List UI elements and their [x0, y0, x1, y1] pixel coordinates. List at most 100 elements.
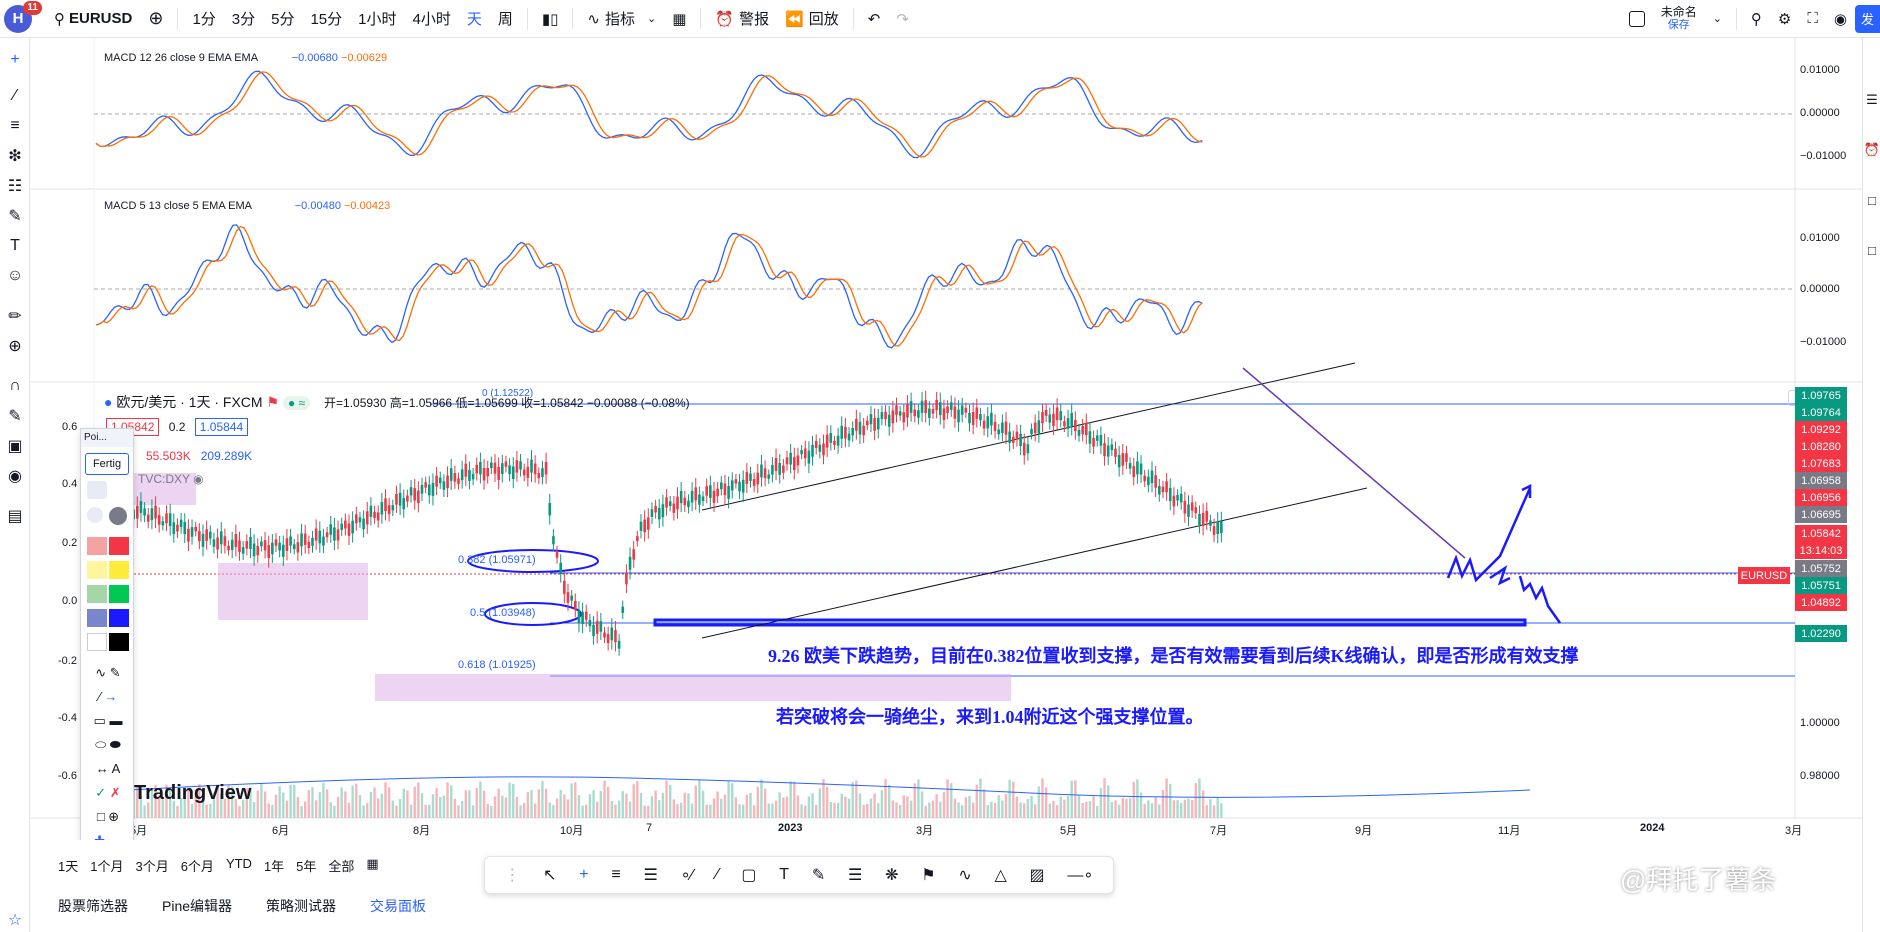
tab-stock-screener[interactable]: 股票筛选器: [58, 896, 128, 916]
color-swatch[interactable]: [87, 585, 107, 603]
crosshair-tool-icon[interactable]: +: [3, 48, 27, 72]
annotation-text-2[interactable]: 若突破将会一骑绝尘，来到1.04附近这个强支撑位置。: [776, 703, 1204, 729]
color-swatch[interactable]: [109, 537, 129, 555]
color-swatch[interactable]: [109, 633, 129, 651]
range-all[interactable]: 全部: [328, 856, 354, 875]
range-1m[interactable]: 1个月: [90, 856, 123, 875]
curve-tools-row[interactable]: ∿ ✎: [85, 661, 131, 685]
replay-button[interactable]: ⏪ 回放: [777, 0, 847, 38]
color-swatch[interactable]: [109, 561, 129, 579]
range-ytd[interactable]: YTD: [226, 856, 252, 875]
fib-icon[interactable]: ☰: [643, 865, 657, 885]
layouts-button[interactable]: ▦: [664, 0, 694, 38]
confirm-cancel-row[interactable]: ✓ ✗: [85, 781, 131, 805]
crosshair-icon[interactable]: +: [579, 866, 588, 884]
fullscreen-button[interactable]: ⛶: [1799, 0, 1826, 38]
annotation-text-1[interactable]: 9.26 欧美下跌趋势，目前在0.382位置收到支撑，是否有效需要看到后续K线确…: [768, 642, 1579, 668]
undo-button[interactable]: ↶: [860, 0, 889, 38]
zigzag-icon[interactable]: ∿: [958, 865, 971, 885]
indicators-button[interactable]: ∿ 指标 ⌄: [579, 0, 664, 38]
rect-tools-row[interactable]: ▭ ▬: [85, 709, 131, 733]
goto-date-icon[interactable]: ▦: [366, 856, 378, 875]
layout-checkbox[interactable]: [1621, 0, 1653, 38]
layout-menu-button[interactable]: ⌄: [1705, 0, 1730, 38]
tab-pine-editor[interactable]: Pine编辑器: [162, 896, 232, 916]
color-swatch[interactable]: [109, 609, 129, 627]
chart-type-button[interactable]: ▮▯: [534, 0, 567, 38]
watchlist-icon[interactable]: ☰: [1860, 88, 1880, 112]
publish-button[interactable]: 发: [1854, 4, 1880, 33]
color-swatch[interactable]: [87, 609, 107, 627]
lock-drawings-icon[interactable]: ✎: [3, 404, 27, 428]
alert-button[interactable]: ⏰ 警报: [707, 0, 777, 38]
zoom-in-icon[interactable]: ⊕: [3, 334, 27, 358]
size-small-button[interactable]: [87, 481, 107, 499]
pattern-tool-icon[interactable]: ❇: [3, 144, 27, 168]
brush-tool-icon[interactable]: ✎: [3, 204, 27, 228]
eye-icon[interactable]: ◉: [3, 464, 27, 488]
trash-icon[interactable]: ▤: [3, 504, 27, 528]
select-zoom-row[interactable]: □ ⊕: [85, 805, 131, 829]
ellipse-tools-row[interactable]: ⬭ ⬬: [85, 733, 131, 757]
symbol-search[interactable]: ⚲ EURUSD: [46, 0, 140, 38]
interval-1h[interactable]: 1小时: [350, 8, 404, 29]
color-swatch[interactable]: [109, 585, 129, 603]
text-icon[interactable]: T: [779, 866, 789, 884]
horizontal-ray-icon[interactable]: —∘: [1067, 865, 1093, 885]
buy-price[interactable]: 1.05844: [194, 418, 249, 436]
interval-1w[interactable]: 周: [490, 8, 521, 29]
interval-5m[interactable]: 5分: [263, 8, 302, 29]
brush-icon[interactable]: ✎: [812, 865, 825, 885]
hidden-eye-icon[interactable]: ◉: [193, 472, 203, 486]
triangle-icon[interactable]: △: [994, 865, 1006, 885]
tab-strategy-tester[interactable]: 策略测试器: [266, 896, 336, 916]
tab-trading-panel[interactable]: 交易面板: [370, 896, 426, 916]
user-avatar[interactable]: H 11: [4, 0, 42, 33]
range-1y[interactable]: 1年: [264, 856, 284, 875]
color-swatch[interactable]: [87, 537, 107, 555]
eraser-icon[interactable]: ▨: [1030, 865, 1045, 885]
interval-1d[interactable]: 天: [459, 8, 490, 29]
pattern-icon[interactable]: ❋: [885, 865, 898, 885]
line-icon[interactable]: ∕: [716, 866, 719, 884]
add-symbol-button[interactable]: ⊕: [140, 0, 171, 38]
drag-handle-icon[interactable]: ⋮: [504, 865, 520, 885]
quick-search-button[interactable]: ⚲: [1743, 0, 1770, 38]
path-icon[interactable]: ∘∕: [681, 865, 694, 885]
parallel-channel-icon[interactable]: ☰: [848, 865, 862, 885]
lock-icon[interactable]: ▣: [3, 434, 27, 458]
settings-button[interactable]: ⚙: [1770, 0, 1799, 38]
line-tools-row[interactable]: ∕ →: [85, 685, 131, 709]
horizontal-lines-icon[interactable]: ≡: [611, 866, 620, 884]
color-swatch[interactable]: [87, 561, 107, 579]
chat-icon[interactable]: □: [1860, 238, 1880, 262]
alerts-icon[interactable]: ⏰: [1860, 138, 1880, 162]
measure-tools-row[interactable]: ↔ A: [85, 757, 131, 781]
range-6m[interactable]: 6个月: [181, 856, 214, 875]
magnet-icon[interactable]: ∩: [3, 374, 27, 398]
color-swatch[interactable]: [87, 633, 107, 651]
projection-tool-icon[interactable]: ☷: [3, 174, 27, 198]
favorite-star-icon[interactable]: ☆: [3, 908, 27, 932]
layout-name-button[interactable]: 未命名 保存: [1653, 0, 1705, 38]
emoji-tool-icon[interactable]: ☺: [3, 264, 27, 288]
rectangle-icon[interactable]: ▢: [741, 865, 756, 885]
range-5y[interactable]: 5年: [296, 856, 316, 875]
long-position-icon[interactable]: ⚑: [921, 865, 935, 885]
size-large-button[interactable]: [109, 507, 127, 525]
cursor-icon[interactable]: ↖: [543, 865, 556, 885]
range-3m[interactable]: 3个月: [135, 856, 168, 875]
news-icon[interactable]: □: [1860, 188, 1880, 212]
size-medium-button[interactable]: [87, 507, 103, 523]
ruler-tool-icon[interactable]: ✏: [3, 304, 27, 328]
text-tool-icon[interactable]: T: [3, 234, 27, 258]
trend-line-tool-icon[interactable]: ∕: [3, 84, 27, 108]
interval-15m[interactable]: 15分: [302, 8, 350, 29]
redo-button[interactable]: ↷: [888, 0, 917, 38]
popup-title[interactable]: Poi...: [81, 429, 133, 447]
done-button[interactable]: Fertig: [85, 453, 129, 475]
fib-tool-icon[interactable]: ≡: [3, 114, 27, 138]
interval-3m[interactable]: 3分: [224, 8, 263, 29]
snapshot-button[interactable]: ◉: [1826, 0, 1855, 38]
interval-4h[interactable]: 4小时: [405, 8, 459, 29]
